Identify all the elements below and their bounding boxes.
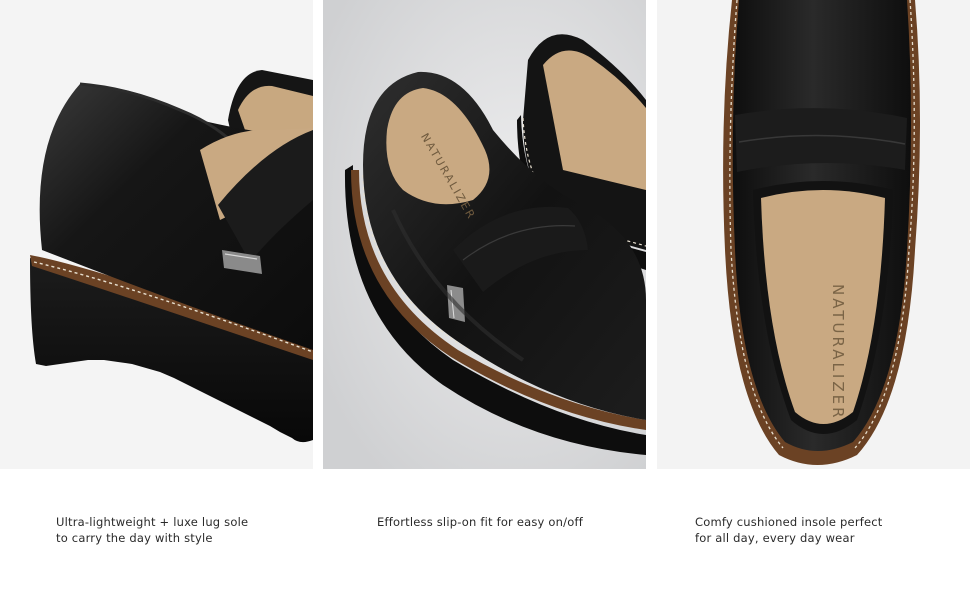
caption-sole: Ultra-lightweight + luxe lug sole to car… [56,514,316,546]
caption-slip-on: Effortless slip-on fit for easy on/off [377,514,637,530]
loafer-pair-photo: NATURALIZER [323,0,646,469]
photo-panel-insole: NATURALIZER [657,0,970,469]
photo-panel-slip-on: NATURALIZER [323,0,646,469]
caption-line: Ultra-lightweight + luxe lug sole [56,515,249,529]
caption-line: for all day, every day wear [695,531,855,545]
loafer-heel-photo [30,70,313,443]
photo-panel-sole [0,0,313,469]
insole-logo: NATURALIZER [829,284,847,421]
caption-insole: Comfy cushioned insole perfect for all d… [695,514,955,546]
caption-line: to carry the day with style [56,531,213,545]
caption-line: Comfy cushioned insole perfect [695,515,883,529]
loafer-top-photo: NATURALIZER [723,0,920,465]
caption-line: Effortless slip-on fit for easy on/off [377,515,583,529]
